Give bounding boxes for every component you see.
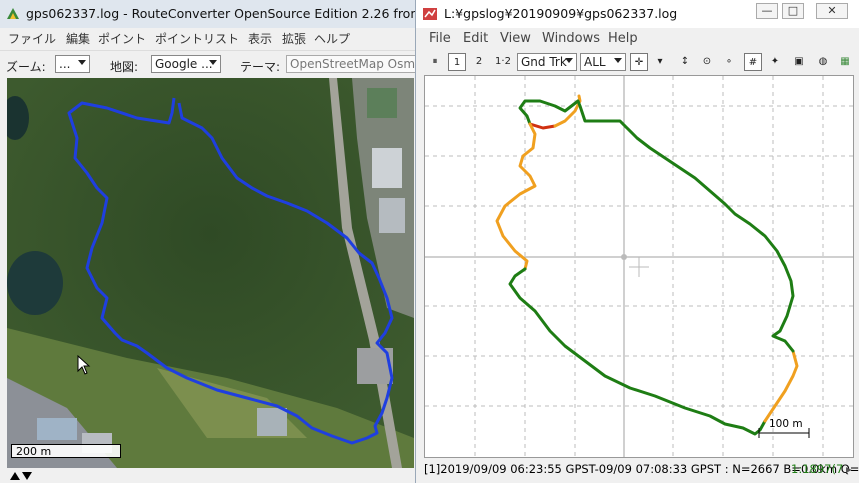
menu-bar: File Edit View Windows Help <box>416 29 859 49</box>
building-roof <box>372 148 402 188</box>
theme-select-value: OpenStreetMap Osmarender <box>290 57 415 71</box>
menu-view[interactable]: 表示 <box>248 30 272 47</box>
title-bar: L:¥gpslog¥20190909¥gps062337.log — □ ✕ <box>416 0 859 28</box>
satellite-map-canvas <box>7 78 414 468</box>
menu-point[interactable]: ポイント <box>98 30 146 47</box>
solution-12-button[interactable]: 1·2 <box>492 53 514 71</box>
collapse-arrows-icon[interactable] <box>9 471 33 481</box>
track-fix-segment <box>576 99 795 353</box>
dropdown-arrow-icon[interactable]: ▾ <box>651 53 669 71</box>
maximize-button[interactable]: □ <box>782 3 804 19</box>
theme-label: テーマ: <box>240 60 281 74</box>
zoom-select[interactable]: ... <box>55 55 90 73</box>
menu-extension[interactable]: 拡張 <box>282 30 306 47</box>
rtkplot-window: L:¥gpslog¥20190909¥gps062337.log — □ ✕ F… <box>415 0 859 483</box>
center-origin-icon[interactable]: ✛ <box>630 53 648 71</box>
menu-file[interactable]: File <box>429 31 451 46</box>
image-icon[interactable]: ▣ <box>790 53 808 71</box>
menu-help[interactable]: Help <box>608 31 638 46</box>
routeconverter-window: gps062337.log - RouteConverter OpenSourc… <box>0 0 415 483</box>
window-title: L:¥gpslog¥20190909¥gps062337.log <box>444 6 678 21</box>
center-point-icon[interactable]: ⊙ <box>698 53 716 71</box>
track-other-segment <box>528 122 557 130</box>
quality-select[interactable]: ALL <box>580 53 626 71</box>
map-bottom-bar <box>0 468 415 483</box>
status-scroll-arrow[interactable]: ▸ <box>846 462 852 476</box>
chevron-down-icon <box>78 60 86 65</box>
map-scale-label: 200 m <box>16 445 52 458</box>
plot-scale-label: 100 m <box>769 418 803 430</box>
menu-pointlist[interactable]: ポイントリスト <box>155 30 239 47</box>
map-label: 地図: <box>110 60 139 74</box>
ground-track-plot[interactable]: 100 m <box>424 75 854 458</box>
chevron-down-icon <box>565 58 573 63</box>
plot-type-value: Gnd Trk <box>521 55 567 69</box>
building-roof <box>257 408 287 436</box>
quality-value: ALL <box>584 55 606 69</box>
routeconverter-app-icon <box>7 8 19 19</box>
title-bar: gps062337.log - RouteConverter OpenSourc… <box>0 0 415 28</box>
solution-1-button[interactable]: 1 <box>448 53 466 71</box>
zoom-select-value: ... <box>59 57 71 71</box>
chevron-down-icon <box>209 60 217 65</box>
marker-icon[interactable]: ✦ <box>766 53 784 71</box>
building-roof <box>379 198 405 233</box>
map-toolbar: ズーム: ... 地図: Google ... テーマ: OpenStreetM… <box>0 50 415 79</box>
window-title: gps062337.log - RouteConverter OpenSourc… <box>26 6 415 21</box>
status-quality: 1:1897(7 <box>791 462 844 476</box>
menu-view[interactable]: View <box>500 31 531 46</box>
rtkplot-app-icon <box>423 8 437 20</box>
minimize-button[interactable]: — <box>756 3 778 19</box>
mouse-cursor-icon <box>77 355 91 375</box>
track-float-segment <box>763 349 799 423</box>
building-roof <box>37 418 77 440</box>
small-circle-icon[interactable]: ∘ <box>720 53 738 71</box>
pond <box>7 251 63 315</box>
plot-toolbar: ⏸ 1 2 1·2 Gnd Trk ALL ✛ ▾ ↕ ⊙ ∘ # ✦ ▣ ◍ … <box>416 50 859 74</box>
ground-track-canvas <box>425 76 853 457</box>
pause-icon[interactable]: ⏸ <box>426 53 444 71</box>
plot-type-select[interactable]: Gnd Trk <box>517 53 577 71</box>
satellite-map[interactable]: 200 m <box>7 78 414 468</box>
menu-edit[interactable]: Edit <box>463 31 488 46</box>
sports-field <box>367 88 397 118</box>
ground-track <box>495 94 799 436</box>
origin-marker <box>621 254 627 260</box>
solution-2-button[interactable]: 2 <box>470 53 488 71</box>
menu-bar: ファイル 編集 ポイント ポイントリスト 表示 拡張 ヘルプ <box>0 28 415 48</box>
map-select[interactable]: Google ... <box>151 55 221 73</box>
menu-file[interactable]: ファイル <box>8 30 56 47</box>
crosshair-cursor-icon <box>629 257 649 277</box>
map-select-value: Google ... <box>155 57 213 71</box>
globe-icon[interactable]: ◍ <box>814 53 832 71</box>
grid-icon[interactable]: # <box>744 53 762 71</box>
chevron-down-icon <box>614 58 622 63</box>
menu-edit[interactable]: 編集 <box>66 30 90 47</box>
track-float-segment <box>495 122 537 271</box>
zoom-label: ズーム: <box>6 60 46 74</box>
track-fix-segment <box>518 99 580 126</box>
close-button[interactable]: ✕ <box>816 3 848 19</box>
theme-select[interactable]: OpenStreetMap Osmarender <box>286 55 415 73</box>
menu-help[interactable]: ヘルプ <box>314 30 350 47</box>
track-fix-segment <box>508 267 767 436</box>
map-layer-icon[interactable]: ▦ <box>836 53 854 71</box>
status-bar: [1]2019/09/09 06:23:55 GPST-09/09 07:08:… <box>416 459 859 483</box>
fit-vertical-icon[interactable]: ↕ <box>676 53 694 71</box>
map-scale-bar: 200 m <box>11 444 121 458</box>
menu-windows[interactable]: Windows <box>542 31 600 46</box>
